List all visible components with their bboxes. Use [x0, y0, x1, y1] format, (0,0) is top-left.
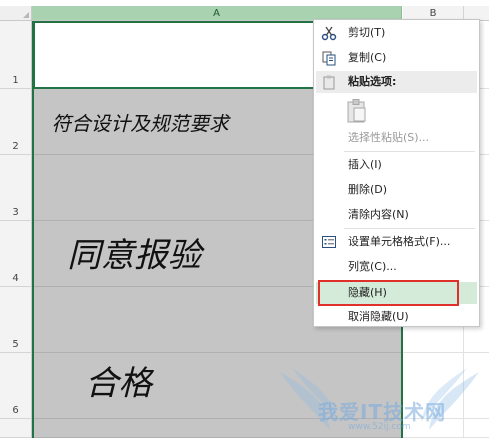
cell-text: 同意报验	[67, 235, 204, 274]
menu-label: 剪切(T)	[348, 26, 386, 39]
row-number: 2	[12, 141, 19, 152]
clipboard-icon	[323, 75, 335, 90]
menu-item-cut[interactable]: 剪切(T)	[316, 22, 477, 44]
row-header-6[interactable]: 6	[0, 353, 32, 419]
select-all-corner[interactable]	[0, 6, 32, 21]
watermark-url: www.52ij.com	[348, 422, 411, 432]
row-header-4[interactable]: 4	[0, 221, 32, 287]
menu-label: 列宽(C)...	[348, 260, 397, 273]
menu-label: 插入(I)	[348, 158, 382, 171]
paste-icon[interactable]	[346, 98, 368, 124]
menu-separator	[344, 151, 475, 152]
row-number: 3	[12, 207, 19, 218]
menu-item-delete[interactable]: 删除(D)	[316, 179, 477, 201]
menu-label: 设置单元格格式(F)...	[348, 235, 451, 248]
format-cells-icon	[322, 236, 336, 248]
row-number: 6	[12, 405, 19, 416]
cell-text: 合格	[85, 363, 154, 402]
row-number: 1	[12, 75, 19, 86]
row-header-7[interactable]	[0, 419, 32, 438]
menu-separator	[344, 228, 475, 229]
copy-icon	[322, 51, 336, 66]
menu-item-column-width[interactable]: 列宽(C)...	[316, 256, 477, 278]
menu-label: 清除内容(N)	[348, 208, 409, 221]
menu-section-paste-options: 粘贴选项:	[316, 71, 477, 93]
scissors-icon	[321, 26, 337, 41]
annotation-highlight-box	[318, 280, 459, 306]
row-header-3[interactable]: 3	[0, 155, 32, 221]
watermark-text: 我爱IT技术网	[318, 400, 447, 424]
menu-label: 删除(D)	[348, 183, 388, 196]
row-header-2[interactable]: 2	[0, 89, 32, 155]
row-number: 4	[12, 273, 19, 284]
menu-item-unhide[interactable]: 取消隐藏(U)	[316, 306, 477, 328]
menu-label: 取消隐藏(U)	[348, 310, 409, 323]
spreadsheet: A B 1 2 3 4 5 6 符合设计及规范要求 同意报验 合格 我爱IT技术…	[0, 0, 489, 438]
row-header-5[interactable]: 5	[0, 287, 32, 353]
menu-item-format-cells[interactable]: 设置单元格格式(F)...	[316, 231, 477, 253]
menu-label: 粘贴选项:	[348, 75, 397, 88]
menu-item-clear-contents[interactable]: 清除内容(N)	[316, 204, 477, 226]
menu-item-copy[interactable]: 复制(C)	[316, 47, 477, 69]
menu-item-insert[interactable]: 插入(I)	[316, 154, 477, 176]
menu-label: 选择性粘贴(S)...	[348, 131, 430, 144]
menu-label: 复制(C)	[348, 51, 387, 64]
row-number: 5	[12, 339, 19, 350]
menu-item-paste-special[interactable]: 选择性粘贴(S)...	[316, 127, 477, 149]
row-header-1[interactable]: 1	[0, 21, 32, 89]
cell-text: 符合设计及规范要求	[52, 112, 231, 135]
